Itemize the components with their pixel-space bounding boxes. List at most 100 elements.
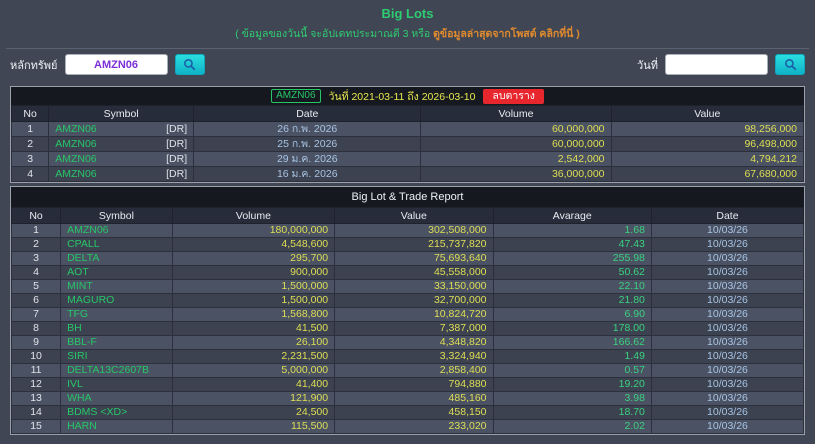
delete-table-button[interactable]: ลบตาราง: [483, 89, 543, 104]
value-cell: 7,387,000: [335, 322, 493, 336]
column-header: No: [12, 208, 61, 224]
symbol-cell: DELTA: [61, 252, 173, 266]
no-cell: 9: [12, 336, 61, 350]
average-cell: 1.49: [493, 350, 651, 364]
value-cell: 458,150: [335, 406, 493, 420]
average-cell: 178.00: [493, 322, 651, 336]
symbol-cell: WHA: [61, 392, 173, 406]
date-cell: 25 ก.พ. 2026: [194, 137, 421, 152]
symbol-search-button[interactable]: [175, 54, 205, 75]
average-cell: 2.02: [493, 420, 651, 434]
no-cell: 7: [12, 308, 61, 322]
volume-cell: 26,100: [172, 336, 334, 350]
table-row: 6MAGURO1,500,00032,700,00021.8010/03/26: [12, 294, 804, 308]
date-cell: 10/03/26: [651, 322, 803, 336]
symbol-cell: AMZN06[DR]: [49, 167, 194, 182]
average-cell: 6.90: [493, 308, 651, 322]
volume-cell: 41,500: [172, 322, 334, 336]
volume-cell: 295,700: [172, 252, 334, 266]
column-header: Symbol: [61, 208, 173, 224]
date-input[interactable]: [665, 54, 768, 75]
symbol-cell: AOT: [61, 266, 173, 280]
value-cell: 32,700,000: [335, 294, 493, 308]
volume-cell: 2,542,000: [421, 152, 611, 167]
value-cell: 96,498,000: [611, 137, 803, 152]
symbol-chip: AMZN06: [271, 89, 320, 103]
no-cell: 3: [12, 152, 49, 167]
symbol-cell: MAGURO: [61, 294, 173, 308]
volume-cell: 1,500,000: [172, 294, 334, 308]
table-row: 10SIRI2,231,5003,324,9401.4910/03/26: [12, 350, 804, 364]
symbol-cell: CPALL: [61, 238, 173, 252]
volume-cell: 1,500,000: [172, 280, 334, 294]
date-search-group: วันที่: [637, 54, 805, 75]
date-cell: 10/03/26: [651, 378, 803, 392]
average-cell: 1.68: [493, 224, 651, 238]
value-cell: 4,794,212: [611, 152, 803, 167]
value-cell: 10,824,720: [335, 308, 493, 322]
value-cell: 75,693,640: [335, 252, 493, 266]
date-cell: 10/03/26: [651, 350, 803, 364]
symbol-search-group: หลักทรัพย์: [10, 54, 205, 75]
volume-cell: 1,568,800: [172, 308, 334, 322]
date-cell: 10/03/26: [651, 392, 803, 406]
table-row: 3AMZN06[DR]29 ม.ค. 20262,542,0004,794,21…: [12, 152, 804, 167]
date-cell: 10/03/26: [651, 280, 803, 294]
report-table-body: 1AMZN06180,000,000302,508,0001.6810/03/2…: [12, 224, 804, 434]
date-cell: 10/03/26: [651, 294, 803, 308]
table-row: 2CPALL4,548,600215,737,82047.4310/03/26: [12, 238, 804, 252]
volume-cell: 900,000: [172, 266, 334, 280]
value-cell: 98,256,000: [611, 122, 803, 137]
no-cell: 15: [12, 420, 61, 434]
column-header: Value: [611, 106, 803, 122]
date-cell: 10/03/26: [651, 252, 803, 266]
page-title: Big Lots: [0, 0, 815, 21]
date-search-button[interactable]: [775, 54, 805, 75]
column-header: Date: [651, 208, 803, 224]
average-cell: 255.98: [493, 252, 651, 266]
symbol-cell: SIRI: [61, 350, 173, 364]
column-header: No: [12, 106, 49, 122]
symbol-input[interactable]: [65, 54, 168, 75]
report-table: NoSymbolVolumeValueAvarageDate 1AMZN0618…: [11, 207, 804, 434]
date-cell: 10/03/26: [651, 238, 803, 252]
column-header: Value: [335, 208, 493, 224]
symbol-table: NoSymbolDateVolumeValue 1AMZN06[DR]26 ก.…: [11, 105, 804, 182]
value-cell: 33,150,000: [335, 280, 493, 294]
volume-cell: 36,000,000: [421, 167, 611, 182]
column-header: Avarage: [493, 208, 651, 224]
report-table-title: Big Lot & Trade Report: [352, 191, 464, 203]
table-row: 12IVL41,400794,88019.2010/03/26: [12, 378, 804, 392]
dr-tag: [DR]: [166, 123, 187, 136]
date-cell: 10/03/26: [651, 224, 803, 238]
average-cell: 19.20: [493, 378, 651, 392]
column-header: Symbol: [49, 106, 194, 122]
subtitle-note: ( ข้อมูลของวันนี้ จะอัปเดทประมาณตี 3 หรื…: [235, 28, 433, 40]
subtitle-latest-post-link[interactable]: ดูข้อมูลล่าสุดจากโพสต์ คลิกที่นี่ ): [433, 28, 580, 40]
symbol-text: AMZN06: [55, 153, 96, 166]
no-cell: 2: [12, 238, 61, 252]
table-row: 11DELTA13C2607B5,000,0002,858,4000.5710/…: [12, 364, 804, 378]
dr-tag: [DR]: [166, 138, 187, 151]
date-cell: 16 ม.ค. 2026: [194, 167, 421, 182]
magnifier-icon: [784, 58, 797, 71]
no-cell: 8: [12, 322, 61, 336]
table-row: 13WHA121,900485,1603.9810/03/26: [12, 392, 804, 406]
table-row: 7TFG1,568,80010,824,7206.9010/03/26: [12, 308, 804, 322]
toolbar: หลักทรัพย์ วันที่: [10, 54, 805, 84]
symbol-cell: BH: [61, 322, 173, 336]
average-cell: 166.62: [493, 336, 651, 350]
value-cell: 67,680,000: [611, 167, 803, 182]
volume-cell: 115,500: [172, 420, 334, 434]
column-header: Volume: [172, 208, 334, 224]
value-cell: 2,858,400: [335, 364, 493, 378]
symbol-text: AMZN06: [55, 123, 96, 136]
no-cell: 10: [12, 350, 61, 364]
table-row: 5MINT1,500,00033,150,00022.1010/03/26: [12, 280, 804, 294]
header-divider: [6, 48, 809, 49]
date-cell: 10/03/26: [651, 308, 803, 322]
symbol-cell: AMZN06 [DR]: [49, 122, 194, 137]
average-cell: 50.62: [493, 266, 651, 280]
symbol-cell: IVL: [61, 378, 173, 392]
table-row: 1AMZN06180,000,000302,508,0001.6810/03/2…: [12, 224, 804, 238]
